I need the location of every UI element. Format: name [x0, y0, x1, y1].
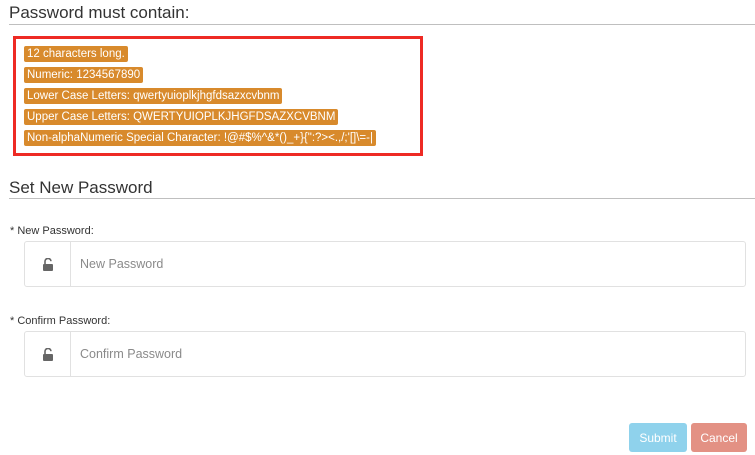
requirements-divider	[9, 24, 755, 25]
new-password-input[interactable]	[71, 242, 745, 286]
requirement-lowercase: Lower Case Letters: qwertyuioplkjhgfdsaz…	[24, 88, 283, 104]
requirements-list: 12 characters long. Numeric: 1234567890 …	[24, 46, 376, 146]
confirm-password-label: * Confirm Password:	[10, 315, 111, 327]
new-password-group	[24, 241, 746, 287]
unlock-icon	[25, 242, 71, 286]
requirement-length: 12 characters long.	[24, 46, 128, 62]
new-password-label: * New Password:	[10, 225, 94, 237]
requirement-special-characters: Non-alphaNumeric Special Character: !@#$…	[24, 130, 376, 146]
requirement-uppercase: Upper Case Letters: QWERTYUIOPLKJHGFDSAZ…	[24, 109, 339, 125]
confirm-password-input[interactable]	[71, 332, 745, 376]
requirements-heading: Password must contain:	[9, 3, 190, 22]
requirement-numeric: Numeric: 1234567890	[24, 67, 144, 83]
confirm-password-group	[24, 331, 746, 377]
form-heading: Set New Password	[9, 178, 153, 197]
form-divider	[9, 198, 755, 199]
cancel-button[interactable]: Cancel	[691, 423, 747, 452]
submit-button[interactable]: Submit	[629, 423, 687, 452]
unlock-icon	[25, 332, 71, 376]
